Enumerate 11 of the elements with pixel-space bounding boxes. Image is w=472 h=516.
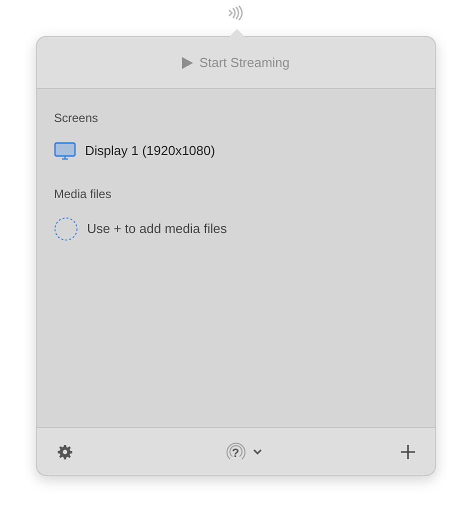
play-icon	[182, 56, 194, 68]
add-icon[interactable]	[401, 444, 415, 458]
monitor-icon	[54, 142, 76, 160]
dashed-circle-icon	[54, 216, 78, 240]
device-menu-button[interactable]: ?	[224, 440, 262, 462]
display-item[interactable]: Display 1 (1920x1080)	[85, 141, 216, 160]
empty-hint: Use + to add media files	[87, 220, 227, 238]
section-title: Screens	[54, 110, 100, 127]
chevron-down-icon	[252, 448, 262, 454]
settings-icon[interactable]	[57, 444, 73, 460]
section-title: Media files	[54, 186, 112, 202]
